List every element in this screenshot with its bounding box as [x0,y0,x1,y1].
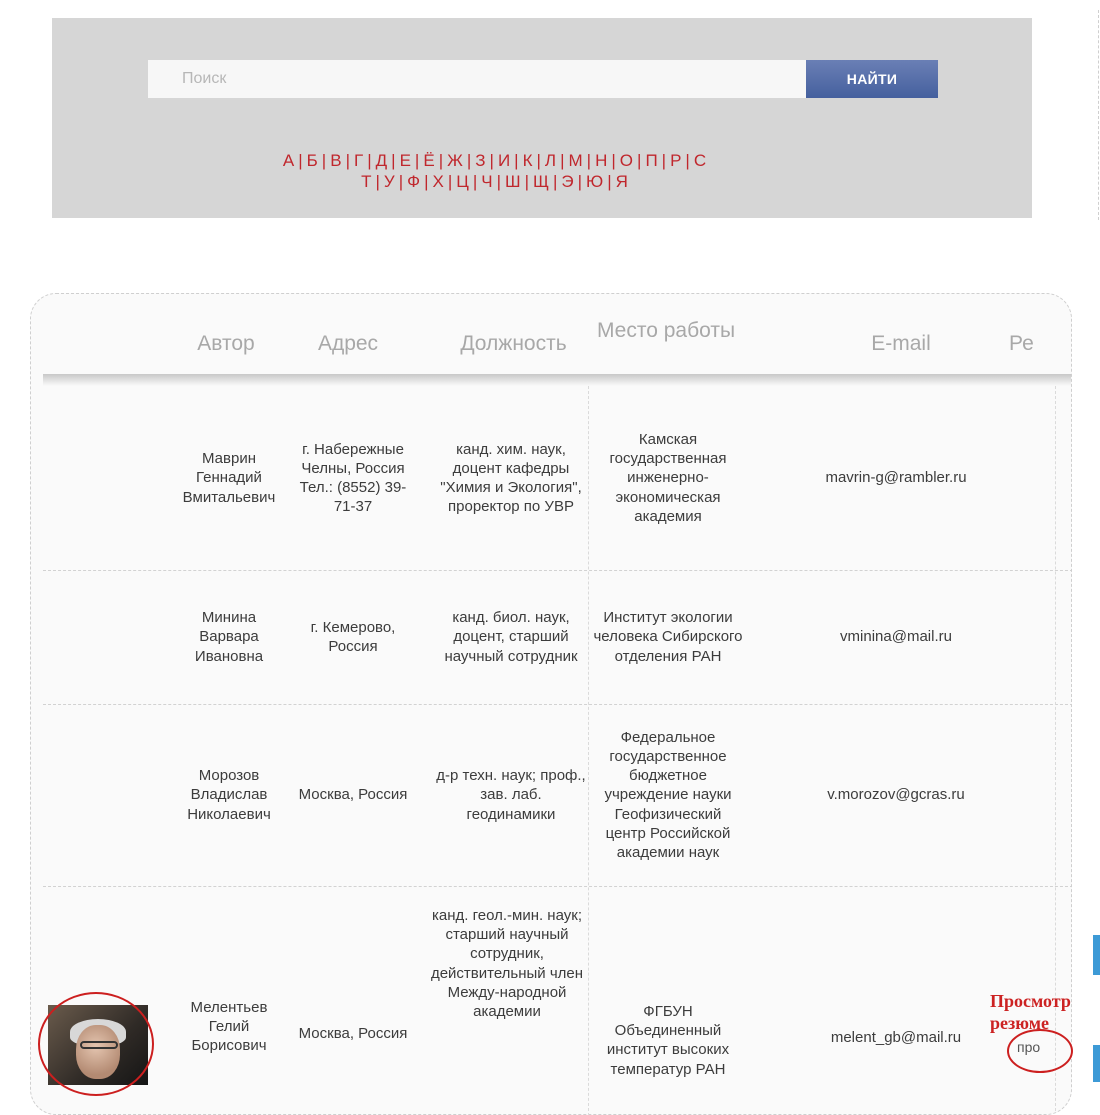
table-row-email[interactable]: v.morozov@gcras.ru [791,704,1001,886]
alphabet-letter-Т[interactable]: Т [361,172,372,191]
alphabet-letter-О[interactable]: О [620,151,634,170]
alphabet-separator: | [321,151,328,170]
alphabet-separator: | [391,151,397,170]
alphabet-separator: | [472,172,479,191]
header-resume: Ре [1009,332,1034,355]
alphabet-letter-Л[interactable]: Л [545,151,557,170]
alphabet-letter-Я[interactable]: Я [616,172,629,191]
alphabet-separator: | [414,151,421,170]
alphabet-letter-Ш[interactable]: Ш [505,172,522,191]
alphabet-letter-Н[interactable]: Н [595,151,608,170]
alphabet-separator: | [637,151,643,170]
alphabet-separator: | [586,151,593,170]
table-row-email[interactable]: vminina@mail.ru [791,570,1001,704]
table-row-workplace: Федеральное государственное бюджетное уч… [604,728,732,861]
alphabet-row-2: Т | У | Ф | Х | Ц | Ч | Ш | Щ | Э | Ю | Я [150,172,840,192]
alphabet-letter-У[interactable]: У [384,172,396,191]
alphabet-letter-Е[interactable]: Е [400,151,412,170]
row-divider [43,886,1071,887]
alphabet-separator: | [552,172,559,191]
alphabet-letter-И[interactable]: И [498,151,511,170]
search-panel: НАЙТИ А|Б|В|Г|Д|Е|Ё|Ж|З|И|К|Л|М|Н|О|П|Р|… [52,18,1032,218]
table-row-workplace: Институт экологии человека Сибирского от… [593,609,743,665]
table-row-author: Мелентьев Гелий Борисович [190,999,268,1055]
alphabet-letter-Ц[interactable]: Ц [456,172,470,191]
alphabet-separator: | [607,172,613,191]
alphabet-separator: | [489,151,495,170]
alphabet-separator: | [560,151,566,170]
table-row-author: Минина Варвара Ивановна [194,609,264,665]
search-input[interactable] [148,60,808,98]
alphabet-row-1: А | Б | В | Г | Д | Е | Ё | Ж | З | И | К | Л | М | Н | О | П | Р | С [150,151,840,171]
table-row-address: Москва, Россия [298,786,408,804]
alphabet-letter-К[interactable]: К [523,151,534,170]
authors-table: Автор Адрес Должность Место работы E-mai… [30,293,1072,1115]
annotation-line-1: Просмотр [990,991,1071,1011]
header-address: Адрес [317,332,379,355]
alphabet-separator: | [661,151,668,170]
table-row-author: Маврин Геннадий Вмитальевич [182,450,276,506]
header-workplace: Место работы [596,319,736,342]
alphabet-separator: | [466,151,473,170]
alphabet-letter-З[interactable]: З [475,151,486,170]
table-row-address: Москва, Россия [298,1025,408,1042]
alphabet-separator: | [345,151,351,170]
alphabet-separator: | [514,151,520,170]
alphabet-separator: | [375,172,381,191]
header-divider [43,374,1071,386]
alphabet-separator: | [447,172,454,191]
alphabet-separator: | [496,172,503,191]
search-button[interactable]: НАЙТИ [806,60,938,98]
alphabet-letter-Р[interactable]: Р [670,151,682,170]
table-row-address: г. Набережные Челны, Россия Тел.: (8552)… [299,440,407,516]
table-row-email[interactable]: mavrin-g@rambler.ru [791,386,1001,570]
alphabet-separator: | [398,172,405,191]
alphabet-letter-Ф[interactable]: Ф [407,172,421,191]
alphabet-separator: | [685,151,691,170]
side-tab[interactable] [1093,935,1100,975]
resume-highlight-circle [1007,1029,1073,1073]
alphabet-letter-В[interactable]: В [330,151,342,170]
alphabet-letter-Ч[interactable]: Ч [481,172,493,191]
alphabet-letter-А[interactable]: А [283,151,295,170]
table-row-address: г. Кемерово, Россия [310,618,396,655]
table-row-position: канд. геол.-мин. наук; старший научный с… [430,907,584,1021]
alphabet-letter-М[interactable]: М [568,151,583,170]
alphabet-separator: | [367,151,373,170]
header-position: Должность [460,332,567,355]
alphabet-separator: | [524,172,531,191]
alphabet-separator: | [536,151,542,170]
alphabet-letter-Д[interactable]: Д [376,151,389,170]
alphabet-letter-Х[interactable]: Х [432,172,444,191]
table-row-workplace: ФГБУН Объединенный институт высоких темп… [606,1003,730,1078]
header-author: Автор [197,332,255,355]
alphabet-letter-Г[interactable]: Г [354,151,364,170]
alphabet-letter-Ж[interactable]: Ж [447,151,464,170]
alphabet-letter-П[interactable]: П [645,151,658,170]
alphabet-letter-С[interactable]: С [694,151,707,170]
alphabet-letter-Э[interactable]: Э [561,172,574,191]
alphabet-letter-Ё[interactable]: Ё [423,151,435,170]
table-row-position: д-р техн. наук; проф., зав. лаб. геодина… [436,767,586,823]
table-row-workplace: Камская государственная инженерно-эконом… [609,430,727,525]
photo-highlight-circle [38,992,154,1096]
header-email: E-mail [871,332,931,355]
table-row-position: канд. хим. наук, доцент кафедры "Химия и… [440,440,582,516]
alphabet-letter-Щ[interactable]: Щ [533,172,550,191]
alphabet-separator: | [611,151,617,170]
alphabet-separator: | [424,172,430,191]
alphabet-separator: | [438,151,445,170]
table-row-position: канд. биол. наук, доцент, старший научны… [444,609,578,665]
alphabet-letter-Ю[interactable]: Ю [586,172,604,191]
side-tab[interactable] [1093,1045,1100,1082]
table-row-email[interactable]: melent_gb@mail.ru [791,906,1001,1114]
right-panel-border [1092,10,1099,220]
alphabet-letter-Б[interactable]: Б [307,151,319,170]
alphabet-separator: | [298,151,304,170]
table-row-author: Морозов Владислав Николаевич [187,767,271,823]
resume-annotation: Просмотр резюме [990,990,1071,1034]
alphabet-separator: | [577,172,584,191]
